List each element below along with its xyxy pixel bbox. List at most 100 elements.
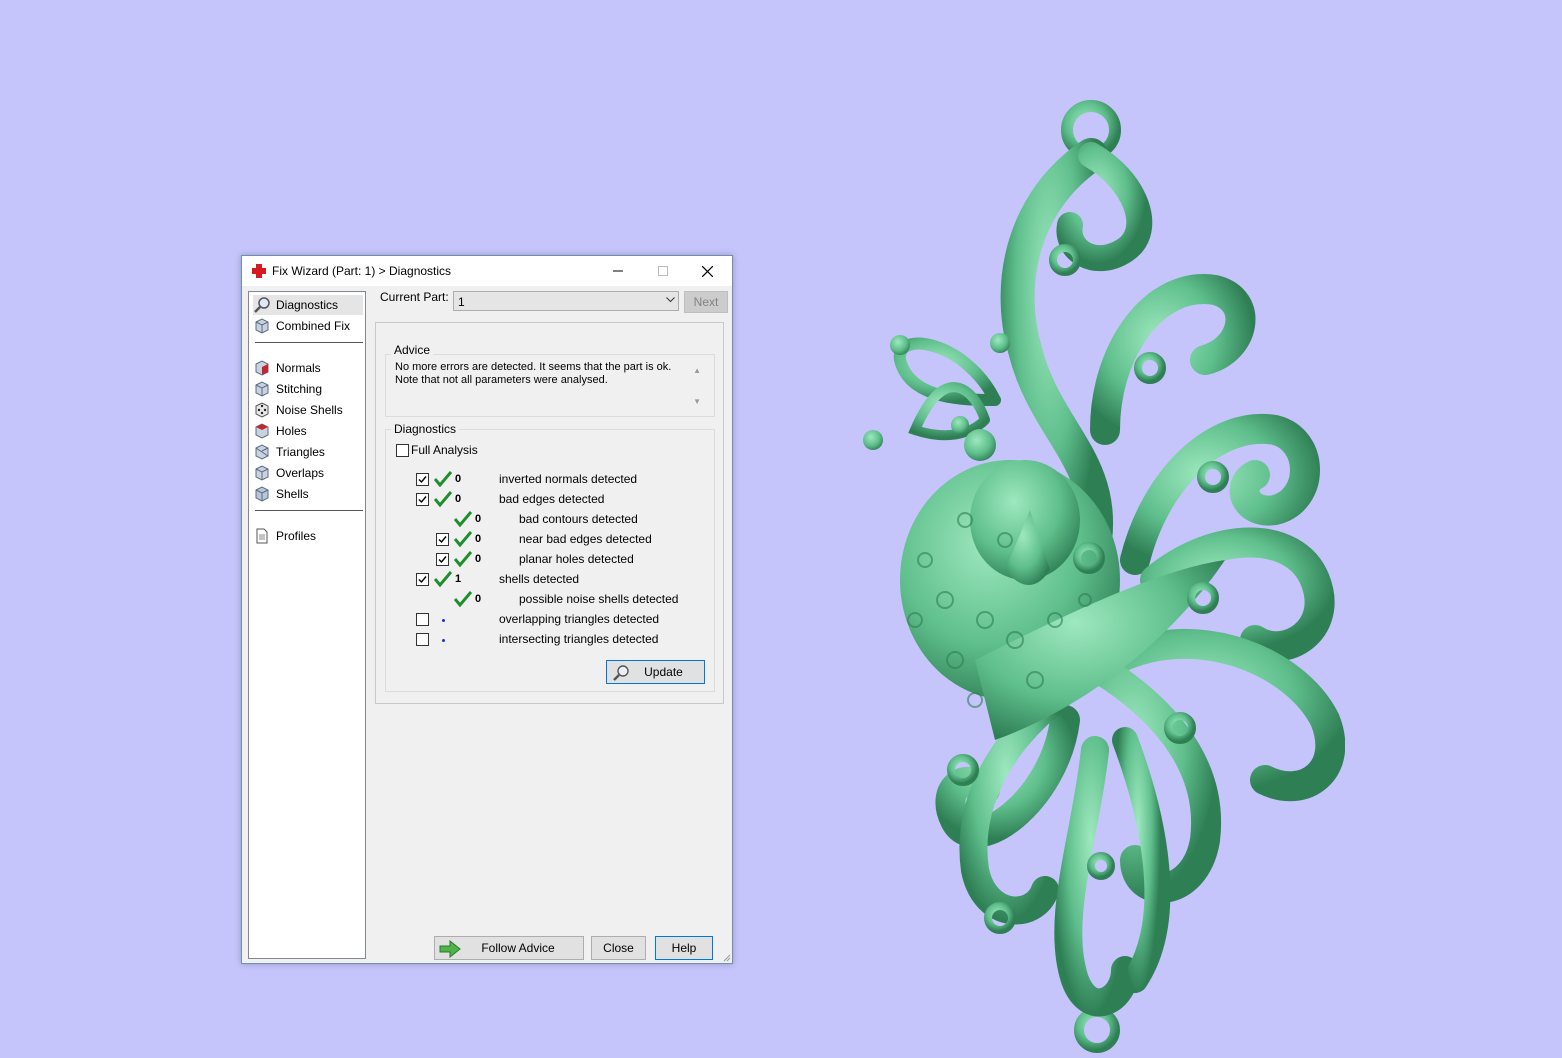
title-bar[interactable]: Fix Wizard (Part: 1) > Diagnostics bbox=[242, 256, 732, 286]
current-part-value: 1 bbox=[458, 295, 465, 309]
advice-line-1: No more errors are detected. It seems th… bbox=[395, 361, 672, 373]
cube-icon bbox=[255, 318, 269, 334]
near-bad-edges-count: 0 bbox=[475, 533, 482, 545]
noise-shells-dice-icon bbox=[255, 402, 269, 418]
near-bad-edges-text: near bad edges detected bbox=[519, 532, 652, 546]
planar-holes-count: 0 bbox=[475, 553, 482, 565]
current-part-select[interactable]: 1 bbox=[453, 291, 679, 311]
sidebar-item-normals[interactable]: Normals bbox=[253, 358, 363, 378]
maximize-icon bbox=[657, 266, 668, 276]
green-check-icon bbox=[434, 491, 452, 507]
current-part-label: Current Part: bbox=[380, 290, 449, 304]
planar-holes-checkbox[interactable] bbox=[436, 553, 449, 566]
overlapping-triangles-text: overlapping triangles detected bbox=[499, 612, 660, 626]
sidebar-separator bbox=[255, 510, 363, 511]
intersecting-triangles-checkbox[interactable] bbox=[416, 633, 429, 646]
sidebar-item-noise-shells[interactable]: Noise Shells bbox=[253, 400, 363, 420]
sidebar-separator bbox=[255, 342, 363, 343]
green-check-icon bbox=[434, 471, 452, 487]
overlaps-cube-icon bbox=[255, 465, 269, 481]
inverted-normals-checkbox[interactable] bbox=[416, 473, 429, 486]
maximize-button[interactable] bbox=[640, 256, 685, 286]
diagnostics-group-label: Diagnostics bbox=[391, 422, 460, 436]
overlapping-triangles-checkbox[interactable] bbox=[416, 613, 429, 626]
sidebar-item-label: Stitching bbox=[276, 382, 323, 396]
advice-text: No more errors are detected. It seems th… bbox=[395, 361, 705, 408]
bad-edges-count: 0 bbox=[455, 493, 462, 505]
minimize-button[interactable] bbox=[595, 256, 640, 286]
bad-contours-count: 0 bbox=[475, 513, 482, 525]
update-button[interactable]: Update bbox=[606, 660, 705, 684]
shells-cube-icon bbox=[255, 486, 269, 502]
sidebar-item-label: Combined Fix bbox=[276, 319, 351, 333]
advice-line-2: Note that not all parameters were analys… bbox=[395, 374, 608, 386]
sidebar-item-holes[interactable]: Holes bbox=[253, 421, 363, 441]
close-icon bbox=[702, 265, 713, 277]
green-check-icon bbox=[454, 531, 472, 547]
sidebar-item-shells[interactable]: Shells bbox=[253, 484, 363, 504]
checkmark-icon bbox=[418, 476, 427, 484]
checkmark-icon bbox=[418, 496, 427, 504]
shells-checkbox[interactable] bbox=[416, 573, 429, 586]
document-icon bbox=[256, 528, 268, 544]
fix-wizard-window: Fix Wizard (Part: 1) > Diagnostics Diagn… bbox=[241, 255, 733, 964]
full-analysis-checkbox[interactable] bbox=[396, 444, 409, 457]
green-check-icon bbox=[454, 511, 472, 527]
inverted-normals-text: inverted normals detected bbox=[499, 472, 638, 486]
sidebar-item-overlaps[interactable]: Overlaps bbox=[253, 463, 363, 483]
resize-grip-icon[interactable] bbox=[721, 952, 731, 962]
close-button[interactable]: Close bbox=[591, 936, 646, 960]
sidebar-item-diagnostics[interactable]: Diagnostics bbox=[253, 295, 363, 315]
noise-shells-text: possible noise shells detected bbox=[519, 592, 679, 606]
sidebar-item-label: Profiles bbox=[276, 529, 317, 543]
planar-holes-text: planar holes detected bbox=[519, 552, 634, 566]
sidebar-item-label: Shells bbox=[276, 487, 309, 501]
chevron-down-icon bbox=[666, 297, 675, 303]
scroll-up-icon[interactable]: ▲ bbox=[693, 364, 701, 377]
near-bad-edges-checkbox[interactable] bbox=[436, 533, 449, 546]
minimize-icon bbox=[612, 270, 623, 272]
sidebar-item-label: Normals bbox=[276, 361, 321, 375]
window-title: Fix Wizard (Part: 1) > Diagnostics bbox=[272, 264, 452, 278]
help-button[interactable]: Help bbox=[655, 936, 713, 960]
not-analysed-dot-icon bbox=[442, 639, 445, 642]
checkmark-icon bbox=[418, 576, 427, 584]
follow-advice-label: Follow Advice bbox=[481, 941, 555, 955]
sidebar-item-label: Overlaps bbox=[276, 466, 325, 480]
follow-advice-button[interactable]: Follow Advice bbox=[434, 936, 584, 960]
bad-contours-text: bad contours detected bbox=[519, 512, 638, 526]
green-check-icon bbox=[434, 571, 452, 587]
sidebar-item-label: Triangles bbox=[276, 445, 325, 459]
sidebar-item-label: Holes bbox=[276, 424, 307, 438]
triangles-cube-icon bbox=[255, 444, 269, 460]
noise-shells-count: 0 bbox=[475, 593, 482, 605]
red-cross-icon bbox=[252, 264, 266, 278]
scroll-down-icon[interactable]: ▼ bbox=[693, 395, 701, 408]
jewelry-pendant-model[interactable] bbox=[855, 100, 1345, 1058]
sidebar-item-triangles[interactable]: Triangles bbox=[253, 442, 363, 462]
inverted-normals-count: 0 bbox=[455, 473, 462, 485]
checkmark-icon bbox=[438, 556, 447, 564]
checkmark-icon bbox=[438, 536, 447, 544]
update-button-label: Update bbox=[644, 665, 683, 679]
sidebar-item-profiles[interactable]: Profiles bbox=[253, 526, 363, 546]
shells-text: shells detected bbox=[499, 572, 580, 586]
stitching-cube-icon bbox=[255, 381, 269, 397]
close-window-button[interactable] bbox=[685, 256, 730, 286]
green-check-icon bbox=[454, 591, 472, 607]
intersecting-triangles-text: intersecting triangles detected bbox=[499, 632, 659, 646]
holes-cube-icon bbox=[255, 423, 269, 439]
magnifier-icon bbox=[613, 665, 629, 681]
sidebar-item-combined-fix[interactable]: Combined Fix bbox=[253, 316, 363, 336]
green-check-icon bbox=[454, 551, 472, 567]
bad-edges-checkbox[interactable] bbox=[416, 493, 429, 506]
advice-group-label: Advice bbox=[391, 343, 434, 357]
shells-count: 1 bbox=[455, 573, 462, 585]
sidebar-item-stitching[interactable]: Stitching bbox=[253, 379, 363, 399]
bad-edges-text: bad edges detected bbox=[499, 492, 605, 506]
green-arrow-right-icon bbox=[439, 940, 461, 958]
normals-cube-icon bbox=[255, 360, 269, 376]
next-button[interactable]: Next bbox=[684, 291, 728, 313]
not-analysed-dot-icon bbox=[442, 619, 445, 622]
magnifier-icon bbox=[254, 297, 270, 313]
